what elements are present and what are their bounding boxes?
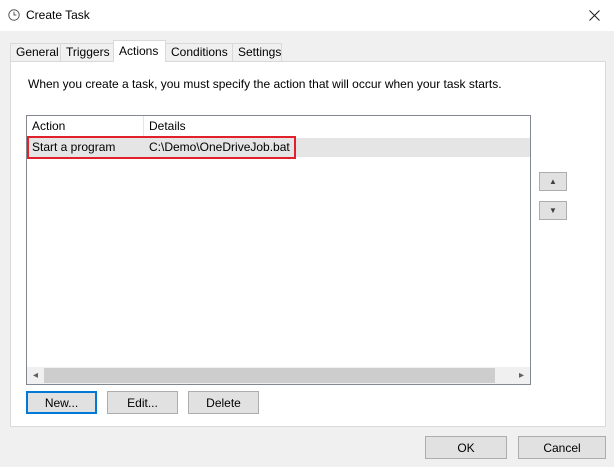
table-row[interactable]: Start a program C:\Demo\OneDriveJob.bat [27, 138, 530, 157]
column-header-action[interactable]: Action [27, 116, 144, 136]
scrollbar-thumb[interactable] [44, 368, 495, 383]
window-title: Create Task [26, 8, 90, 22]
delete-button[interactable]: Delete [188, 391, 259, 414]
triangle-up-icon: ▲ [549, 177, 557, 186]
tab-settings[interactable]: Settings [232, 43, 282, 61]
horizontal-scrollbar[interactable]: ◂ ▸ [27, 367, 530, 384]
edit-button[interactable]: Edit... [107, 391, 178, 414]
triangle-down-icon: ▼ [549, 206, 557, 215]
tab-triggers[interactable]: Triggers [60, 43, 114, 61]
title-bar: Create Task [0, 0, 614, 31]
clock-icon [8, 9, 20, 21]
new-button[interactable]: New... [26, 391, 97, 414]
close-icon [588, 9, 600, 21]
ok-button[interactable]: OK [425, 436, 507, 459]
move-up-button[interactable]: ▲ [539, 172, 567, 191]
scroll-left-icon[interactable]: ◂ [27, 367, 44, 384]
list-header: Action Details [27, 116, 530, 136]
tab-conditions[interactable]: Conditions [165, 43, 233, 61]
tab-general[interactable]: General [10, 43, 61, 61]
actions-description: When you create a task, you must specify… [28, 77, 502, 91]
details-cell: C:\Demo\OneDriveJob.bat [149, 140, 290, 154]
cancel-button[interactable]: Cancel [518, 436, 606, 459]
move-down-button[interactable]: ▼ [539, 201, 567, 220]
action-cell: Start a program [32, 140, 116, 154]
actions-tab-panel: When you create a task, you must specify… [10, 61, 606, 427]
column-header-details[interactable]: Details [144, 116, 530, 136]
create-task-dialog: Create Task General Triggers Actions Con… [0, 0, 614, 467]
actions-list[interactable]: Action Details Start a program C:\Demo\O… [26, 115, 531, 385]
close-button[interactable] [580, 3, 608, 27]
scroll-right-icon[interactable]: ▸ [513, 367, 530, 384]
tab-actions[interactable]: Actions [113, 40, 166, 62]
